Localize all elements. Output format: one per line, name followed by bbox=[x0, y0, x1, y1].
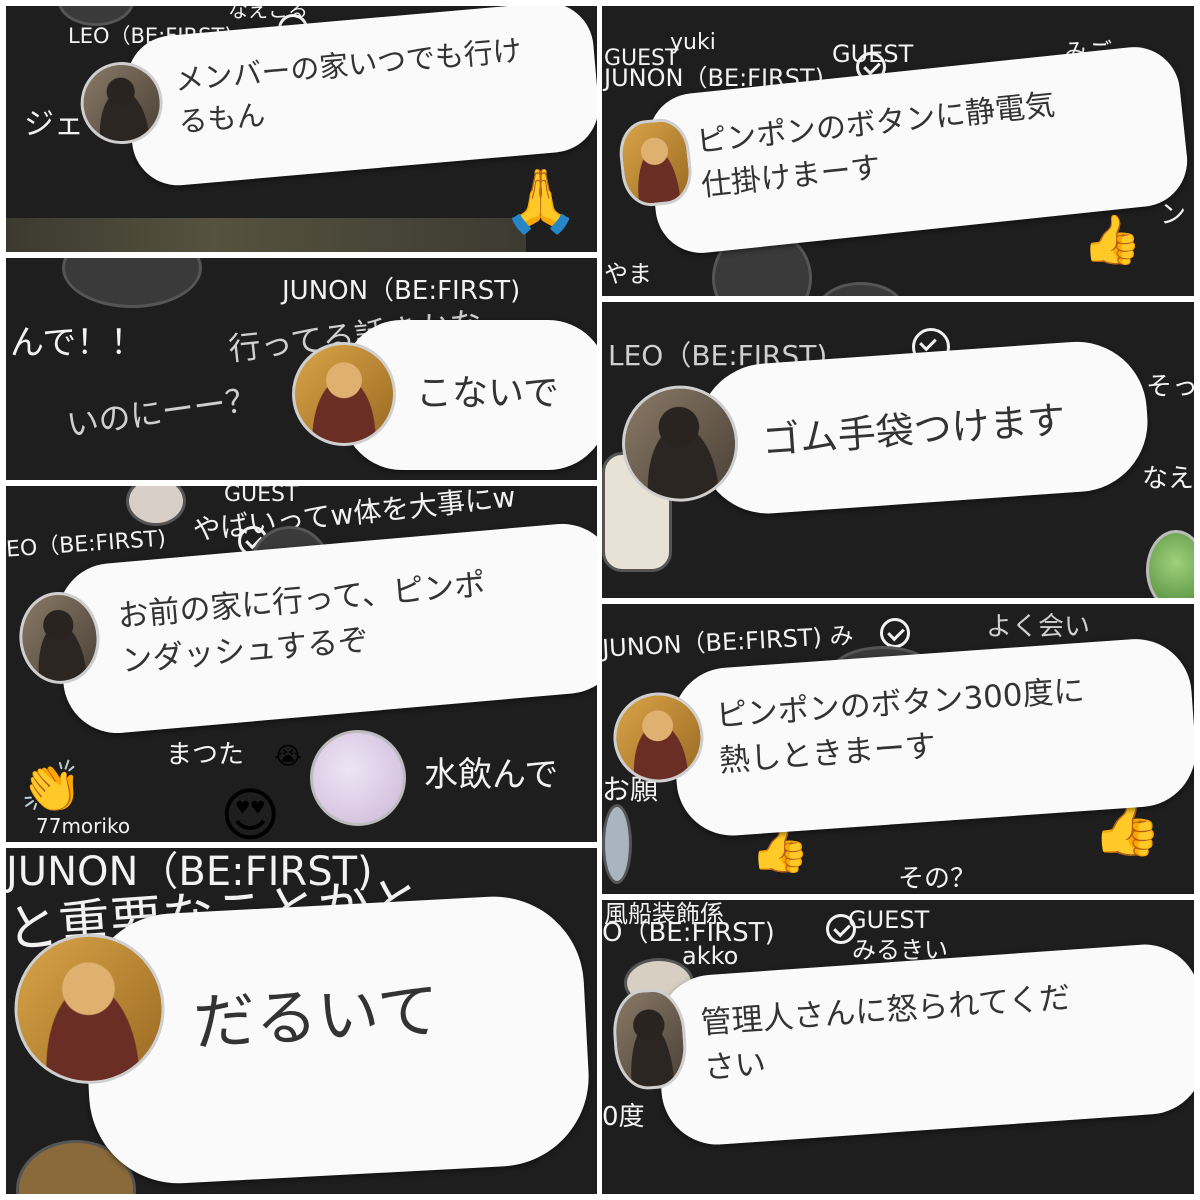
verified-check-icon bbox=[880, 618, 910, 648]
comment-line: こないで bbox=[416, 373, 559, 414]
screenshot-panel-5: GUEST やばいってw体を大事にw EO（BE:FIRST) まつた 😭 水飲… bbox=[6, 486, 597, 842]
screenshot-panel-6: JUNON（BE:FIRST) み よく会い お願 その？ 👍 👍 ピンポンのボ… bbox=[602, 604, 1194, 894]
bg-comment: いのにーー？ bbox=[64, 379, 260, 445]
bg-comment: ジェ bbox=[24, 107, 84, 142]
bg-comment: その？ bbox=[898, 864, 977, 894]
screenshot-panel-7: JUNON（BE:FIRST) と重要なことかと だるいて bbox=[6, 848, 597, 1194]
crying-laughing-emoji: 😭 bbox=[274, 742, 303, 770]
bg-comment: 水飲んで bbox=[424, 755, 559, 795]
screenshot-panel-4: LEO（BE:FIRST) jip なえ そっ ゴム手袋つけます bbox=[602, 302, 1194, 598]
screenshot-panel-8: 風船装飾係 O（BE:FIRST) GUEST akko みるきい 0度 管理人… bbox=[602, 900, 1194, 1194]
background-avatar bbox=[602, 804, 632, 884]
clapping-hands-emoji: 👏 bbox=[20, 758, 83, 816]
bg-comment: そっ bbox=[1146, 372, 1194, 402]
background-avatar bbox=[126, 486, 186, 526]
background-avatar bbox=[310, 730, 406, 826]
bg-username: JUNON（BE:FIRST) み bbox=[602, 621, 855, 663]
screenshot-panel-3: JUNON（BE:FIRST) んで！！ 行ってる話きかな いのにーー？ こない… bbox=[6, 258, 597, 480]
bg-username: 77moriko bbox=[36, 814, 131, 838]
thumbs-up-emoji: 👍 bbox=[1082, 212, 1142, 268]
background-avatar bbox=[62, 258, 202, 308]
praying-hands-emoji: 🙏 bbox=[502, 164, 580, 237]
bg-comment: よく会い bbox=[986, 612, 1091, 642]
author-avatar bbox=[292, 342, 396, 446]
bg-comment: やま bbox=[604, 260, 652, 288]
comment-line: だるいて bbox=[191, 973, 442, 1060]
bg-comment: 0度 bbox=[602, 1102, 645, 1132]
screenshot-panel-2: yuki GUEST JUNON（BE:FIRST) GUEST みご 直 ン … bbox=[602, 6, 1194, 296]
bg-comment: んで！！ bbox=[10, 323, 145, 363]
floor-strip bbox=[6, 218, 526, 252]
bg-username: akko bbox=[682, 942, 739, 970]
bg-comment: まつた bbox=[166, 740, 245, 770]
bg-comment: なえ bbox=[1142, 464, 1194, 494]
background-avatar bbox=[58, 6, 134, 26]
screenshot-panel-1: LEO（BE:FIRST) なえこる ジェ メンバーの家いつでも行け るもん 🙏 bbox=[6, 6, 597, 252]
comment-text: だるいて bbox=[191, 966, 442, 1069]
background-avatar bbox=[816, 282, 906, 296]
bg-comment: ン bbox=[1160, 200, 1187, 230]
bg-username: JUNON（BE:FIRST) bbox=[282, 276, 521, 306]
bg-username: EO（BE:FIRST) bbox=[6, 526, 167, 563]
background-avatar bbox=[1146, 530, 1194, 598]
comment-text: こないで bbox=[416, 368, 559, 420]
bg-username: GUEST bbox=[848, 906, 930, 934]
heart-eyes-emoji: 😍 bbox=[220, 781, 281, 842]
